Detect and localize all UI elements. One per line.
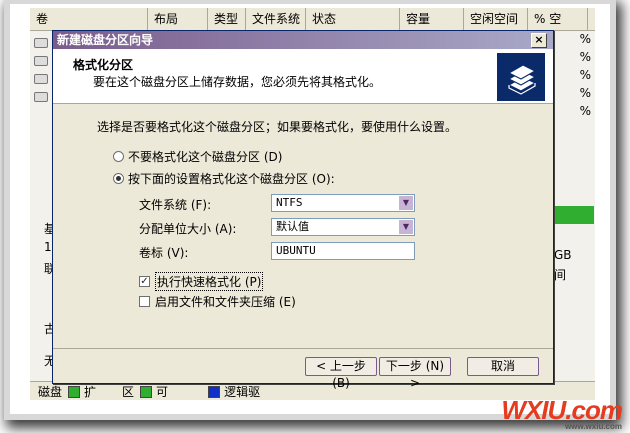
volume-row-icon: [34, 56, 48, 66]
filesystem-select[interactable]: NTFS ▼: [271, 194, 415, 212]
quick-format-option[interactable]: ✓ 执行快速格式化 (P): [139, 272, 264, 291]
filesystem-label: 文件系统 (F):: [139, 198, 212, 212]
col-filesystem[interactable]: 文件系统: [246, 8, 306, 30]
partition-bar[interactable]: [554, 206, 594, 224]
radio-label: 不要格式化这个磁盘分区 (D): [128, 150, 283, 164]
next-button[interactable]: 下一步 (N) >: [379, 357, 451, 390]
wizard-header: 格式化分区 要在这个磁盘分区上储存数据，您必须先将其格式化。: [53, 49, 553, 104]
volume-list-header: 卷 布局 类型 文件系统 状态 容量 空闲空间 % 空: [30, 8, 595, 31]
close-button[interactable]: ×: [531, 33, 547, 48]
percent-cell: %: [579, 32, 591, 46]
legend-free-swatch: [140, 385, 153, 398]
legend-label: 可: [156, 385, 169, 399]
volume-row-icon: [34, 74, 48, 84]
percent-cell: %: [579, 68, 591, 82]
compression-option[interactable]: 启用文件和文件夹压缩 (E): [139, 293, 296, 310]
chevron-down-icon[interactable]: ▼: [399, 220, 413, 234]
col-layout[interactable]: 布局: [148, 8, 208, 30]
dialog-titlebar[interactable]: 新建磁盘分区向导 ×: [53, 31, 553, 49]
col-status[interactable]: 状态: [306, 8, 400, 30]
percent-cell: %: [579, 86, 591, 100]
allocation-size-value: 默认值: [276, 220, 309, 233]
screenshot: 卷 布局 类型 文件系统 状态 容量 空闲空间 % 空 % % % % % 基 …: [0, 0, 630, 433]
legend-extended-swatch: [68, 385, 81, 398]
radio-label: 按下面的设置格式化这个磁盘分区 (O):: [128, 172, 335, 186]
radio-no-format[interactable]: 不要格式化这个磁盘分区 (D): [113, 148, 282, 165]
site-watermark-logo: WXIU.com www.wxiu.com: [501, 395, 623, 431]
disk-size-fragment: 间: [554, 268, 567, 282]
volume-label-input[interactable]: UBUNTU: [271, 242, 415, 260]
legend-label: 逻辑驱: [224, 385, 261, 399]
legend-label: 区: [122, 385, 135, 399]
col-volume[interactable]: 卷: [30, 8, 148, 30]
compression-checkbox[interactable]: [139, 296, 150, 307]
compression-label: 启用文件和文件夹压缩 (E): [155, 295, 296, 309]
volume-label-value: UBUNTU: [276, 244, 316, 257]
chevron-down-icon[interactable]: ▼: [399, 196, 413, 210]
wizard-content: 选择是否要格式化这个磁盘分区；如果要格式化，要使用什么设置。 不要格式化这个磁盘…: [53, 104, 553, 348]
col-percent-free[interactable]: % 空: [528, 8, 588, 30]
quick-format-checkbox[interactable]: ✓: [139, 276, 150, 287]
allocation-size-select[interactable]: 默认值 ▼: [271, 218, 415, 236]
page-title: 格式化分区: [73, 58, 134, 72]
col-free-space[interactable]: 空闲空间: [464, 8, 528, 30]
radio-button-selected[interactable]: [113, 173, 124, 184]
volume-row-icon: [34, 92, 48, 102]
filesystem-value: NTFS: [276, 196, 303, 209]
disk-stack-icon: [497, 53, 545, 101]
page-subtitle: 要在这个磁盘分区上储存数据，您必须先将其格式化。: [93, 75, 382, 89]
disk-label-fragment: 1: [44, 240, 52, 254]
volume-row-icon: [34, 38, 48, 48]
legend-label: 磁盘: [38, 385, 63, 399]
legend-label: 扩: [84, 385, 97, 399]
percent-cell: %: [579, 50, 591, 64]
radio-button[interactable]: [113, 151, 124, 162]
wizard-footer: < 上一步 (B) 下一步 (N) > 取消: [53, 348, 553, 390]
radio-format[interactable]: 按下面的设置格式化这个磁盘分区 (O):: [113, 170, 335, 187]
col-type[interactable]: 类型: [208, 8, 246, 30]
cancel-button[interactable]: 取消: [467, 357, 539, 376]
quick-format-label: 执行快速格式化 (P): [155, 272, 264, 291]
dialog-title: 新建磁盘分区向导: [57, 33, 154, 47]
format-prompt: 选择是否要格式化这个磁盘分区；如果要格式化，要使用什么设置。: [97, 120, 458, 134]
new-partition-wizard: 新建磁盘分区向导 × 格式化分区 要在这个磁盘分区上储存数据，您必须先将其格式化…: [52, 30, 554, 390]
percent-cell: %: [579, 104, 591, 118]
back-button[interactable]: < 上一步 (B): [305, 357, 377, 390]
legend-logical-swatch: [208, 385, 221, 398]
allocation-size-label: 分配单位大小 (A):: [139, 222, 237, 236]
volume-label-label: 卷标 (V):: [139, 246, 189, 260]
col-capacity[interactable]: 容量: [400, 8, 464, 30]
disk-size-fragment: GB: [554, 248, 572, 262]
